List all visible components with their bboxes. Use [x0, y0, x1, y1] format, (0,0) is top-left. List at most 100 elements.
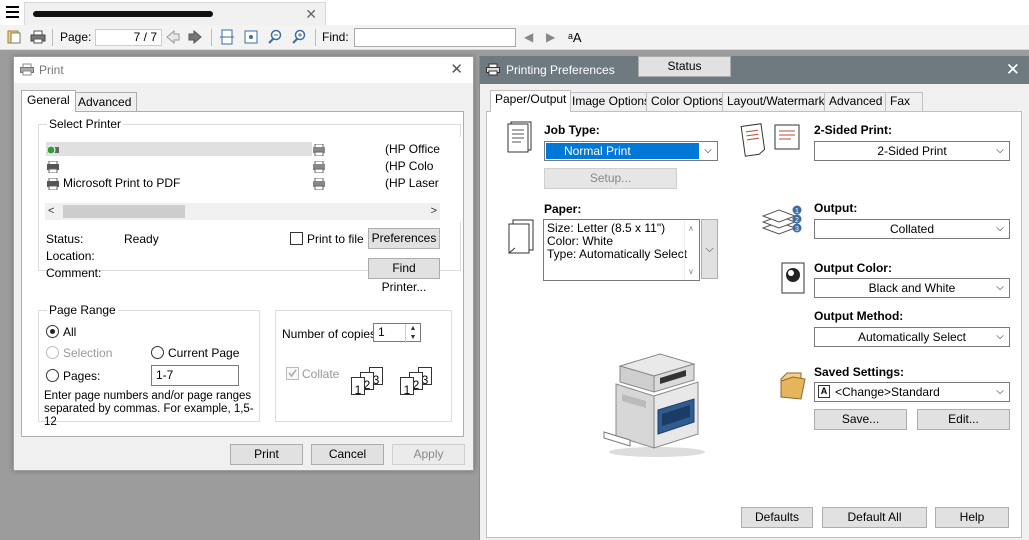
status-button[interactable]: Status	[638, 56, 731, 77]
range-all-radio[interactable]	[46, 325, 59, 338]
find-printer-button[interactable]: Find Printer...	[368, 258, 440, 294]
tab-fax[interactable]: Fax	[885, 92, 923, 111]
paper-label: Paper:	[544, 202, 582, 216]
copies-group: Number of copies: 1 ▲ ▼ Collate 3 2 1 3 2…	[275, 310, 452, 422]
preferences-button[interactable]: Preferences	[368, 228, 440, 249]
printer-icon[interactable]	[30, 29, 46, 45]
printer-icon	[47, 160, 59, 173]
output-color-select[interactable]: Black and White ⌵	[814, 278, 1010, 298]
saved-settings-select[interactable]: A <Change>Standard ⌵	[814, 382, 1010, 402]
pages-input[interactable]: 1-7	[151, 365, 239, 386]
zoom-out-icon[interactable]	[267, 29, 283, 45]
tab-general[interactable]: General	[21, 90, 76, 112]
tab-advanced[interactable]: Advanced	[824, 92, 888, 111]
saved-settings-label: Saved Settings:	[814, 365, 905, 379]
page-range-group: Page Range All Selection Current Page Pa…	[38, 304, 260, 428]
status-value: Ready	[124, 232, 159, 246]
output-label: Output:	[814, 201, 858, 215]
save-settings-button[interactable]: Save...	[814, 409, 907, 430]
output-method-label: Output Method:	[814, 309, 904, 323]
scrollbar-thumb[interactable]	[63, 205, 185, 218]
tab-layout-watermark[interactable]: Layout/Watermark	[722, 92, 830, 111]
paper-summary-box: Size: Letter (8.5 x 11") Color: White Ty…	[543, 219, 700, 281]
menu-icon[interactable]	[6, 6, 19, 18]
range-pages-radio[interactable]	[46, 369, 59, 382]
copies-spinner[interactable]: ▲ ▼	[405, 324, 420, 343]
printer-icon	[313, 143, 325, 156]
printer-item-microsoft-pdf[interactable]: Microsoft Print to PDF	[46, 176, 180, 190]
open-file-icon[interactable]	[6, 29, 22, 45]
print-to-file-checkbox[interactable]	[290, 232, 303, 245]
tab-color-options[interactable]: Color Options	[646, 92, 730, 111]
printer-icon	[20, 63, 34, 76]
zoom-in-icon[interactable]	[291, 29, 307, 45]
preferences-titlebar: Printing Preferences ✕	[480, 56, 1029, 84]
setup-button[interactable]: Setup...	[544, 168, 677, 189]
page-range-label: Page Range	[47, 303, 118, 317]
printer-list[interactable]: Microsoft Print to PDF (HP Office (HP Co…	[42, 137, 462, 222]
previous-page-icon[interactable]	[165, 29, 181, 45]
printer-icon	[313, 160, 325, 173]
paper-dropdown-button[interactable]: ⌵	[701, 219, 718, 279]
print-dialog: Print ✕ General Advanced Select Printer …	[13, 56, 474, 471]
paper-icon	[508, 219, 534, 254]
printer-item-selected[interactable]	[46, 142, 312, 156]
range-current-page-radio[interactable]	[151, 346, 164, 359]
range-selection-label: Selection	[63, 346, 113, 360]
apply-button[interactable]: Apply	[392, 444, 465, 465]
tab-paper-output[interactable]: Paper/Output	[490, 90, 572, 112]
find-previous-icon[interactable]: ◀	[524, 29, 533, 46]
preferences-title: Printing Preferences	[506, 63, 615, 77]
location-label: Location:	[46, 249, 95, 263]
chevron-down-icon: ⌵	[704, 145, 712, 156]
close-tab-icon[interactable]: ✕	[305, 6, 317, 23]
scroll-right-icon[interactable]: >	[431, 205, 437, 217]
document-tab[interactable]: ✕	[24, 2, 326, 25]
spin-down-icon[interactable]: ▼	[406, 333, 420, 342]
collate-checkbox[interactable]	[286, 367, 299, 380]
paper-output-panel: Job Type: Normal Print ⌵ Setup... Paper:…	[486, 111, 1022, 538]
viewer-tab-bar: ✕	[0, 0, 1029, 25]
spin-up-icon[interactable]: ▲	[406, 324, 420, 333]
print-dialog-titlebar: Print ✕	[14, 57, 473, 83]
tab-image-options[interactable]: Image Options	[567, 92, 656, 111]
general-tab-panel: Select Printer Microsoft Print to PDF (H…	[21, 111, 464, 437]
select-printer-group: Select Printer Microsoft Print to PDF (H…	[38, 118, 462, 294]
paper-box-scrollbar[interactable]: ∧ ∨	[684, 220, 699, 280]
output-color-icon	[781, 262, 805, 294]
range-pages-label: Pages:	[63, 369, 101, 383]
copies-label: Number of copies:	[282, 327, 380, 341]
output-select[interactable]: Collated ⌵	[814, 219, 1010, 239]
close-icon[interactable]: ✕	[450, 60, 463, 78]
printer-item-hp-laser[interactable]: (HP Laser	[312, 176, 439, 190]
cancel-button[interactable]: Cancel	[311, 444, 384, 465]
scroll-left-icon[interactable]: <	[48, 205, 54, 217]
range-selection-radio[interactable]	[46, 346, 59, 359]
close-icon[interactable]: ✕	[1006, 60, 1020, 80]
find-input[interactable]	[354, 28, 516, 47]
find-label: Find:	[322, 30, 349, 44]
fit-width-icon[interactable]	[219, 29, 235, 45]
help-button[interactable]: Help	[935, 507, 1009, 528]
find-options-icon[interactable]: ᵃA	[568, 29, 582, 46]
printer-item-hp-office[interactable]: (HP Office	[312, 142, 440, 156]
fit-page-icon[interactable]	[243, 29, 259, 45]
printer-list-scrollbar[interactable]: < >	[45, 203, 440, 220]
find-next-icon[interactable]: ▶	[546, 29, 555, 46]
next-page-icon[interactable]	[187, 29, 203, 45]
page-number-input[interactable]: 7 / 7	[95, 29, 162, 46]
output-method-select[interactable]: Automatically Select ⌵	[814, 327, 1010, 347]
a-icon: A	[818, 385, 830, 398]
edit-settings-button[interactable]: Edit...	[917, 409, 1010, 430]
default-all-button[interactable]: Default All	[822, 507, 927, 528]
printer-icon	[313, 177, 325, 190]
tab-advanced[interactable]: Advanced	[72, 92, 138, 112]
printer-item[interactable]	[46, 159, 63, 173]
print-button[interactable]: Print	[230, 444, 303, 465]
printer-item-hp-color[interactable]: (HP Colo	[312, 159, 433, 173]
defaults-button[interactable]: Defaults	[741, 507, 813, 528]
job-type-select[interactable]: Normal Print ⌵	[544, 141, 718, 161]
svg-text:1: 1	[795, 208, 799, 215]
two-sided-print-select[interactable]: 2-Sided Print ⌵	[814, 141, 1010, 161]
copies-input[interactable]: 1 ▲ ▼	[373, 323, 421, 343]
